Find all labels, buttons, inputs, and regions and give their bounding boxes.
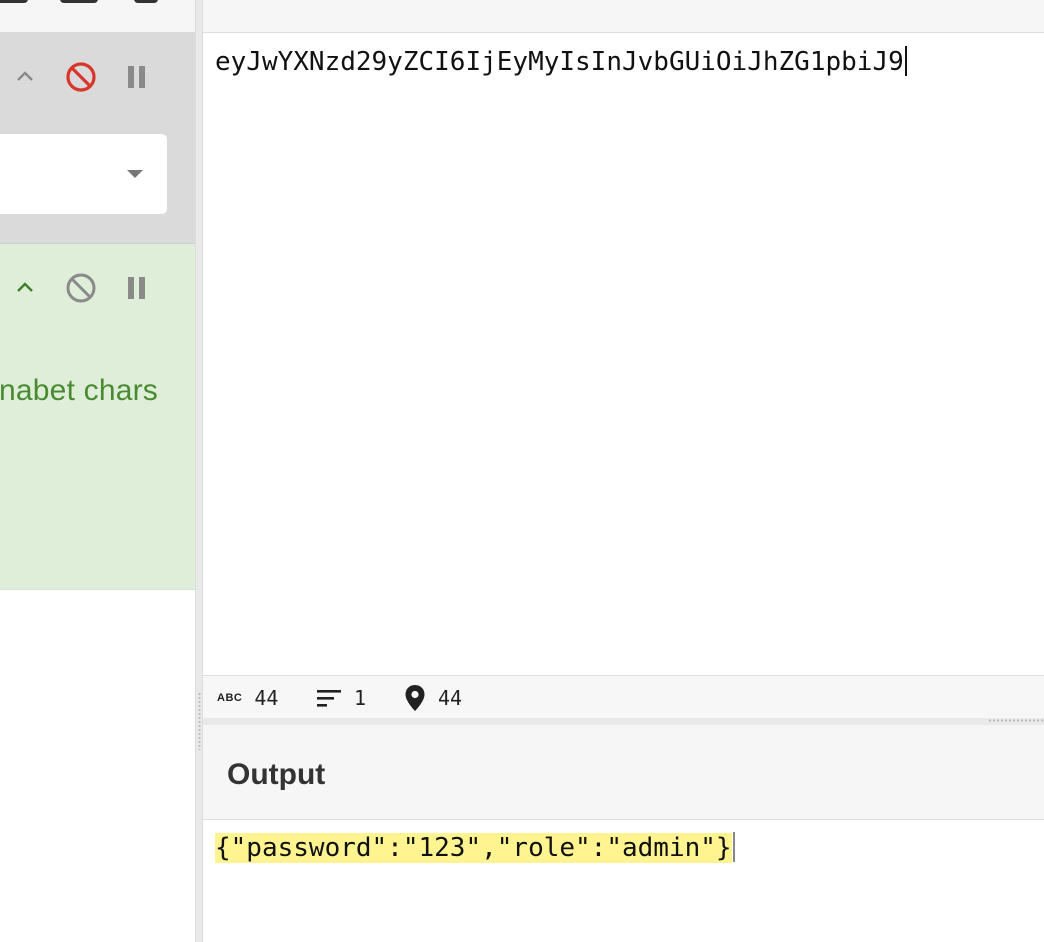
lines-value: 1: [354, 685, 367, 710]
input-textarea[interactable]: eyJwYXNzd29yZCI6IjEyMyIsInJvbGUiOiJhZG1p…: [215, 42, 907, 82]
output-title: Output: [227, 758, 326, 791]
lines-icon: [317, 689, 341, 707]
output-header: Output: [203, 725, 1044, 820]
dropdown-caret-icon: [127, 170, 143, 178]
pause-icon[interactable]: [117, 268, 157, 308]
recipe-control-stub[interactable]: [134, 0, 158, 3]
recipe-control-stub[interactable]: [60, 0, 98, 3]
location-pin-icon: [405, 684, 425, 711]
text-cursor: [732, 832, 735, 862]
recipe-control-stub[interactable]: [0, 0, 28, 3]
length-value: 44: [254, 685, 279, 710]
lines-stat: 1: [316, 676, 366, 719]
pause-icon[interactable]: [117, 57, 157, 97]
output-value: {"password":"123","role":"admin"}: [215, 833, 732, 863]
position-stat: 44: [404, 676, 462, 719]
operation-active: nabet chars: [0, 244, 195, 590]
operation-disabled: [0, 32, 195, 244]
input-status-bar: ABC 44 1 44: [203, 675, 1044, 720]
text-cursor: [904, 46, 907, 76]
io-panel: eyJwYXNzd29yZCI6IjEyMyIsInJvbGUiOiJhZG1p…: [203, 0, 1044, 942]
disable-icon[interactable]: [61, 57, 101, 97]
input-value: eyJwYXNzd29yZCI6IjEyMyIsInJvbGUiOiJhZG1p…: [215, 47, 904, 77]
recipe-panel: nabet chars: [0, 0, 195, 942]
chevron-up-icon[interactable]: [5, 268, 45, 308]
operation-option-dropdown[interactable]: [0, 134, 167, 214]
abc-icon: ABC: [217, 691, 243, 704]
chevron-up-icon[interactable]: [5, 57, 45, 97]
input-header: [203, 0, 1044, 33]
resize-grip-icon: [988, 719, 1044, 722]
recipe-top-strip: [0, 0, 195, 32]
resize-grip-icon: [198, 692, 201, 750]
operation-argument-label: nabet chars: [0, 374, 158, 407]
length-stat: ABC 44: [217, 676, 278, 719]
vertical-resize-handle[interactable]: [195, 0, 203, 942]
output-textarea[interactable]: {"password":"123","role":"admin"}: [215, 828, 735, 868]
position-value: 44: [438, 685, 463, 710]
disable-icon[interactable]: [61, 268, 101, 308]
horizontal-resize-handle[interactable]: [203, 718, 1044, 725]
